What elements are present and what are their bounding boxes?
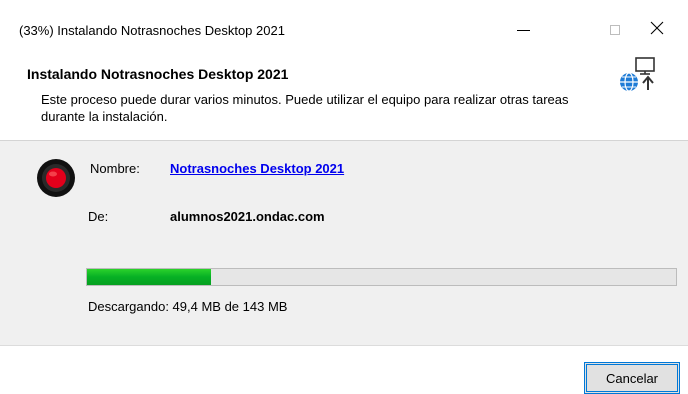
download-status: Descargando: 49,4 MB de 143 MB	[88, 299, 288, 314]
from-label: De:	[88, 209, 109, 224]
minimize-button[interactable]	[500, 12, 546, 48]
network-install-icon	[616, 54, 664, 96]
name-label: Nombre:	[90, 161, 140, 176]
close-icon	[650, 21, 664, 40]
installer-window: (33%) Instalando Notrasnoches Desktop 20…	[0, 0, 688, 394]
header-title: Instalando Notrasnoches Desktop 2021	[27, 66, 289, 82]
title-bar[interactable]: (33%) Instalando Notrasnoches Desktop 20…	[0, 0, 688, 52]
maximize-button	[592, 12, 638, 48]
progress-fill	[87, 269, 211, 285]
cancel-button[interactable]: Cancelar	[584, 362, 680, 394]
app-name-link[interactable]: Notrasnoches Desktop 2021	[170, 161, 344, 176]
record-icon	[36, 158, 76, 198]
maximize-icon	[610, 25, 620, 35]
close-button[interactable]	[634, 12, 680, 48]
header-description: Este proceso puede durar varios minutos.…	[41, 92, 569, 124]
footer-divider	[0, 345, 688, 346]
minimize-icon	[516, 29, 530, 31]
download-progress-bar	[86, 268, 677, 286]
window-title: (33%) Instalando Notrasnoches Desktop 20…	[19, 23, 285, 38]
publisher-domain: alumnos2021.ondac.com	[170, 209, 325, 224]
